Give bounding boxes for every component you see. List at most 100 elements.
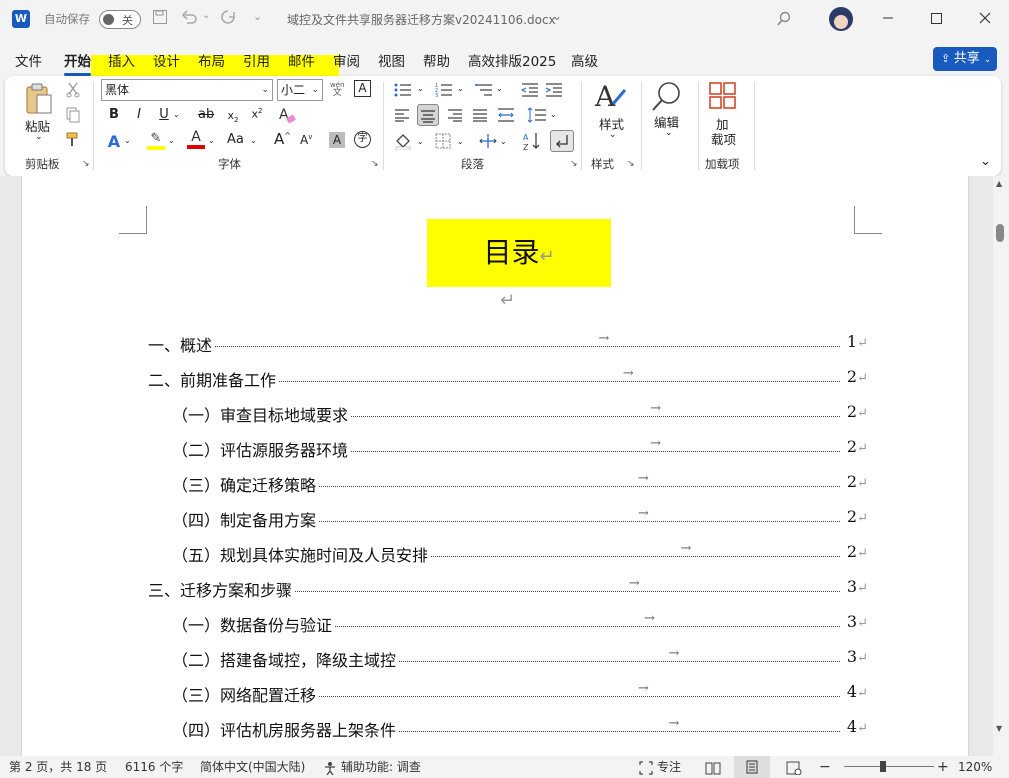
copy-icon[interactable]	[66, 107, 80, 126]
toc-entry[interactable]: 一、概述 → 1↵	[148, 331, 868, 356]
paste-icon[interactable]	[24, 82, 54, 119]
minimize-icon[interactable]	[882, 12, 894, 27]
increase-indent-icon[interactable]	[545, 82, 563, 101]
bold-button[interactable]: B	[106, 107, 122, 122]
align-right-icon[interactable]	[447, 108, 463, 125]
ribbon-collapse-icon[interactable]: ⌄	[980, 154, 991, 169]
font-color-dropdown-icon[interactable]: ⌄	[208, 136, 215, 145]
distributed-icon[interactable]	[497, 107, 515, 126]
highlight-dropdown-icon[interactable]: ⌄	[168, 136, 175, 145]
editing-dropdown-icon[interactable]: ⌄	[665, 128, 673, 138]
tab-efficient-layout[interactable]: 高效排版2025	[468, 50, 556, 72]
char-border-button[interactable]: A	[354, 80, 371, 97]
toc-heading[interactable]: 目录↵	[427, 219, 611, 287]
web-layout-icon[interactable]	[786, 756, 802, 778]
chinese-layout-dropdown-icon[interactable]: ⌄	[500, 137, 507, 146]
text-effects-button[interactable]: A	[106, 132, 122, 151]
scrollbar-thumb[interactable]	[996, 224, 1004, 242]
toc-entry[interactable]: 三、迁移方案和步骤 → 3↵	[148, 576, 868, 601]
shading-dropdown-icon[interactable]: ⌄	[417, 137, 424, 146]
justify-icon[interactable]	[472, 108, 488, 125]
superscript-button[interactable]: x2	[249, 107, 265, 121]
chinese-layout-icon[interactable]	[478, 132, 498, 153]
styles-launcher-icon[interactable]: ↘	[627, 159, 635, 169]
tab-mailings[interactable]: 邮件	[288, 50, 315, 72]
vertical-scrollbar[interactable]: ▲ ▼	[993, 176, 1009, 756]
word-count[interactable]: 6116 个字	[125, 756, 183, 778]
zoom-out-button[interactable]: −	[819, 756, 831, 778]
document-page[interactable]: 目录↵ ↵ 一、概述 → 1↵ 二、前期准备工作 → 2↵ （一）审查目标地域要求 → 2↵ （二…	[21, 176, 969, 756]
font-name-combo[interactable]: 黑体 ⌄	[101, 79, 273, 101]
focus-mode-button[interactable]: 专注	[657, 756, 681, 778]
language-indicator[interactable]: 简体中文(中国大陆)	[200, 756, 305, 778]
zoom-slider-thumb[interactable]	[880, 761, 886, 772]
styles-dropdown-icon[interactable]: ⌄	[609, 130, 617, 140]
search-icon[interactable]	[776, 11, 792, 30]
title-chevron-icon[interactable]: ⌄	[552, 9, 562, 23]
toc-entry[interactable]: （三）网络配置迁移 → 4↵	[172, 681, 868, 706]
user-avatar[interactable]	[829, 7, 853, 31]
scroll-down-icon[interactable]: ▼	[996, 724, 1002, 733]
toc-entry[interactable]: （一）数据备份与验证 → 3↵	[172, 611, 868, 636]
enclose-characters-button[interactable]: 字	[354, 131, 371, 148]
share-button[interactable]: ⇪ 共享 ⌄	[933, 47, 997, 71]
change-case-button[interactable]: Aa	[227, 132, 244, 147]
redo-icon[interactable]	[219, 9, 237, 29]
accessibility-status[interactable]: 辅助功能: 调查	[341, 756, 421, 778]
clipboard-launcher-icon[interactable]: ↘	[82, 159, 90, 169]
zoom-in-button[interactable]: +	[937, 756, 949, 778]
find-icon[interactable]	[651, 80, 683, 115]
bullets-dropdown-icon[interactable]: ⌄	[417, 84, 424, 93]
zoom-slider-track[interactable]	[844, 766, 934, 767]
toc-entry[interactable]: （一）审查目标地域要求 → 2↵	[172, 401, 868, 426]
format-painter-icon[interactable]	[65, 132, 81, 151]
toc-entry[interactable]: （四）制定备用方案 → 2↵	[172, 506, 868, 531]
tab-file[interactable]: 文件	[15, 50, 42, 72]
tab-advanced[interactable]: 高级	[571, 50, 598, 72]
autosave-toggle[interactable]: 关	[99, 10, 141, 29]
phonetic-guide-button[interactable]: wén 文	[330, 81, 344, 98]
scroll-up-icon[interactable]: ▲	[996, 179, 1002, 188]
align-center-button[interactable]	[417, 104, 439, 126]
clear-formatting-icon[interactable]: A	[277, 105, 297, 128]
tab-layout[interactable]: 布局	[198, 50, 225, 72]
shading-icon[interactable]	[394, 132, 412, 153]
styles-icon[interactable]: A	[593, 80, 627, 117]
print-layout-button[interactable]	[734, 756, 770, 778]
align-left-icon[interactable]	[394, 108, 410, 125]
toc-entry[interactable]: （二）评估源服务器环境 → 2↵	[172, 436, 868, 461]
bullets-icon[interactable]	[394, 82, 412, 101]
paste-dropdown-icon[interactable]: ⌄	[35, 132, 43, 142]
font-color-button[interactable]: A	[187, 129, 205, 149]
tab-view[interactable]: 视图	[378, 50, 405, 72]
text-effects-dropdown-icon[interactable]: ⌄	[124, 136, 131, 145]
italic-button[interactable]: I	[131, 107, 147, 122]
page-count[interactable]: 第 2 页，共 18 页	[9, 756, 107, 778]
tab-insert[interactable]: 插入	[108, 50, 135, 72]
font-launcher-icon[interactable]: ↘	[371, 159, 379, 169]
grow-font-button[interactable]: A^	[274, 130, 291, 148]
underline-button[interactable]: U	[156, 107, 172, 122]
underline-dropdown-icon[interactable]: ⌄	[173, 110, 180, 119]
shrink-font-button[interactable]: Av	[300, 133, 312, 147]
subscript-button[interactable]: x2	[225, 109, 241, 124]
maximize-icon[interactable]	[931, 13, 943, 28]
save-icon[interactable]	[152, 9, 168, 29]
sort-icon[interactable]: AZ	[523, 131, 541, 154]
tab-design[interactable]: 设计	[153, 50, 180, 72]
toc-entry[interactable]: （三）确定迁移策略 → 2↵	[172, 471, 868, 496]
borders-dropdown-icon[interactable]: ⌄	[457, 137, 464, 146]
font-name-dropdown-icon[interactable]: ⌄	[261, 80, 269, 100]
toc-entry[interactable]: 二、前期准备工作 → 2↵	[148, 366, 868, 391]
toc-entry[interactable]: （四）评估机房服务器上架条件 → 4↵	[172, 716, 868, 741]
strikethrough-button[interactable]: ab	[198, 107, 214, 122]
decrease-indent-icon[interactable]	[520, 82, 539, 101]
cut-icon[interactable]	[66, 82, 80, 101]
tab-review[interactable]: 审阅	[333, 50, 360, 72]
change-case-dropdown-icon[interactable]: ⌄	[250, 136, 257, 145]
char-shading-button[interactable]: A	[329, 132, 345, 148]
line-spacing-icon[interactable]	[527, 107, 547, 126]
undo-dropdown-icon[interactable]: ⌄	[202, 10, 210, 21]
undo-icon[interactable]	[181, 9, 199, 29]
tab-references[interactable]: 引用	[243, 50, 270, 72]
